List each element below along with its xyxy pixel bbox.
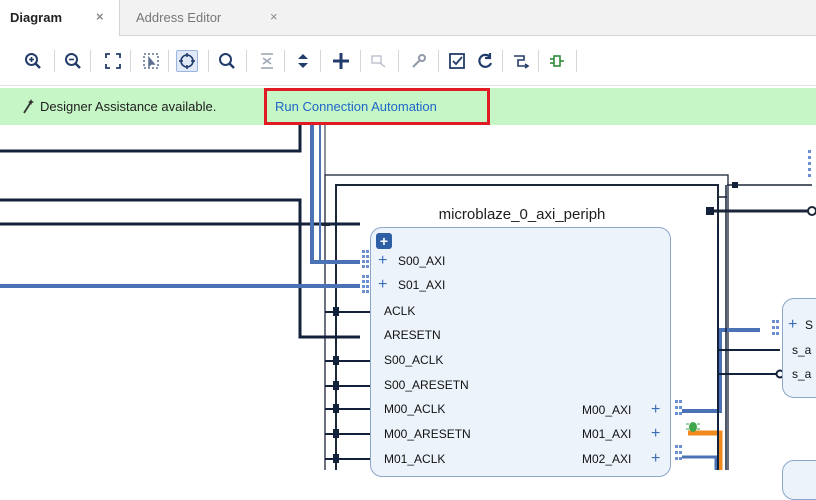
port-m02-axi[interactable]: M02_AXI [582, 452, 631, 466]
tab-bar: Diagram × Address Editor × [0, 0, 816, 36]
port-right-s[interactable]: S [805, 318, 813, 332]
port-aclk[interactable]: ACLK [384, 304, 415, 318]
diagram-toolbar [0, 36, 816, 86]
port-aresetn[interactable]: ARESETN [384, 328, 441, 342]
port-right-s-a-2[interactable]: s_a [792, 367, 811, 381]
customize-wrench-icon[interactable] [408, 50, 430, 72]
tab-address-editor-close-icon[interactable]: × [270, 9, 278, 24]
zoom-out-icon[interactable] [62, 50, 84, 72]
port-s00-aclk[interactable]: S00_ACLK [384, 353, 443, 367]
port-m00-aclk[interactable]: M00_ACLK [384, 402, 445, 416]
regenerate-layout-icon[interactable] [474, 50, 496, 72]
optimize-routing-icon[interactable] [510, 50, 532, 72]
expand-all-icon[interactable] [292, 50, 314, 72]
port-s01-axi[interactable]: S01_AXI [398, 278, 445, 292]
expand-port-plus-icon[interactable]: + [378, 277, 387, 293]
run-connection-automation-link[interactable]: Run Connection Automation [275, 99, 437, 114]
expand-ip-button[interactable]: + [376, 233, 392, 249]
select-mode-icon[interactable] [176, 50, 198, 72]
tab-diagram-label: Diagram [10, 10, 63, 25]
ip-block-lower-partial[interactable] [782, 460, 816, 500]
port-m01-aclk[interactable]: M01_ACLK [384, 452, 445, 466]
tab-address-editor-label: Address Editor [136, 10, 222, 25]
tab-address-editor[interactable]: Address Editor × [120, 0, 290, 36]
zoom-in-icon[interactable] [22, 50, 44, 72]
tab-diagram-close-icon[interactable]: × [96, 9, 104, 24]
fit-view-icon[interactable] [102, 50, 124, 72]
port-right-s-a-1[interactable]: s_a [792, 343, 811, 357]
port-s00-aresetn[interactable]: S00_ARESETN [384, 378, 469, 392]
designer-assistance-text: Designer Assistance available. [40, 99, 217, 114]
expand-port-plus-icon[interactable]: + [651, 426, 660, 442]
ip-block-title: microblaze_0_axi_periph [438, 206, 606, 223]
port-m00-aresetn[interactable]: M00_ARESETN [384, 427, 471, 441]
expand-port-plus-icon[interactable]: + [651, 451, 660, 467]
port-m01-axi[interactable]: M01_AXI [582, 427, 631, 441]
expand-port-plus-icon[interactable]: + [788, 317, 797, 333]
port-m00-axi[interactable]: M00_AXI [582, 403, 631, 417]
add-ip-icon[interactable] [330, 50, 352, 72]
port-s00-axi[interactable]: S00_AXI [398, 254, 445, 268]
fit-selection-icon[interactable] [140, 50, 162, 72]
add-module-icon[interactable] [368, 50, 390, 72]
designer-assistance-icon [22, 98, 36, 119]
expand-port-plus-icon[interactable]: + [378, 253, 387, 269]
pin-block-icon[interactable] [546, 50, 568, 72]
collapse-all-icon[interactable] [256, 50, 278, 72]
expand-port-plus-icon[interactable]: + [651, 402, 660, 418]
block-design-canvas[interactable]: microblaze_0_axi_periph + + S00_AXI + S0… [0, 125, 816, 500]
tab-diagram[interactable]: Diagram × [0, 0, 120, 36]
search-icon[interactable] [216, 50, 238, 72]
validate-design-icon[interactable] [446, 50, 468, 72]
